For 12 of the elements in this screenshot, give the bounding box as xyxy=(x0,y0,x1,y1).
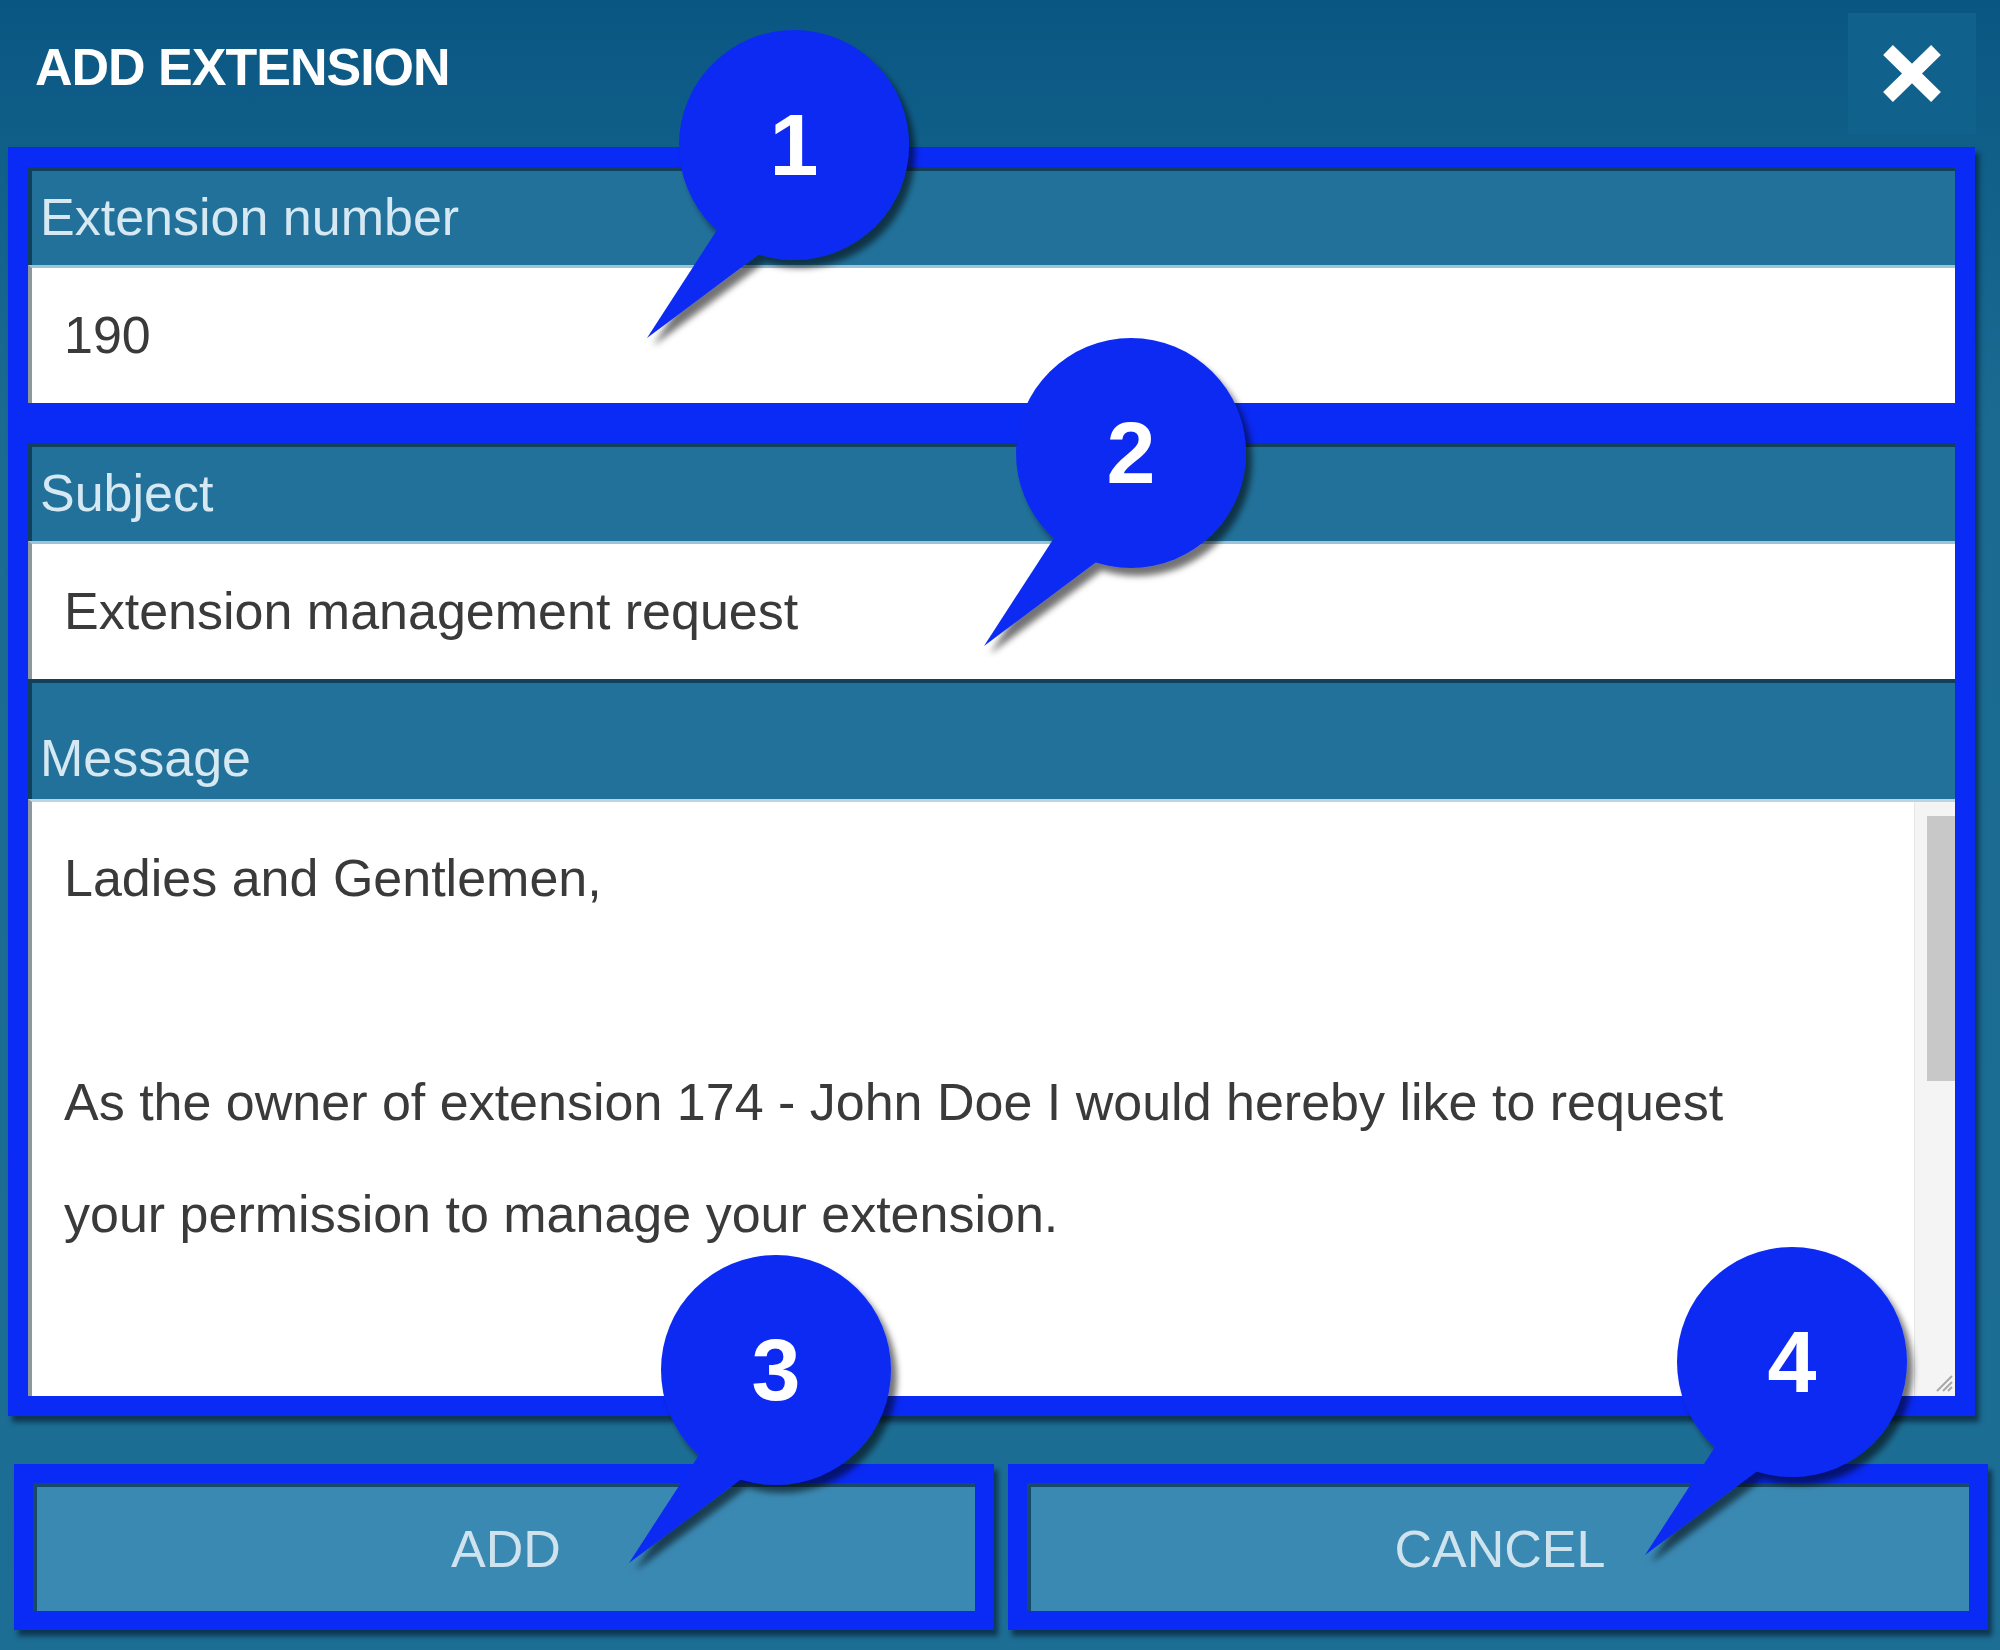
message-text: Ladies and Gentlemen, As the owner of extension 174 - John Doe I would hereby like to request your permission to manage your extension. xyxy=(63,848,1725,1245)
close-icon xyxy=(1882,45,1942,102)
text-field[interactable]: Extension management request xyxy=(28,541,1955,679)
resize-grip-icon[interactable] xyxy=(1935,1374,1953,1392)
text-field[interactable]: 190 xyxy=(28,265,1955,403)
scrollbar-thumb[interactable] xyxy=(1927,816,1955,1081)
field-label: Message xyxy=(40,729,251,789)
scrollbar[interactable] xyxy=(1914,802,1955,1396)
close-button[interactable] xyxy=(1848,13,1976,134)
field-label: Extension number xyxy=(40,188,460,248)
field-label: Subject xyxy=(40,464,214,524)
dialog-title: ADD EXTENSION xyxy=(35,41,450,93)
